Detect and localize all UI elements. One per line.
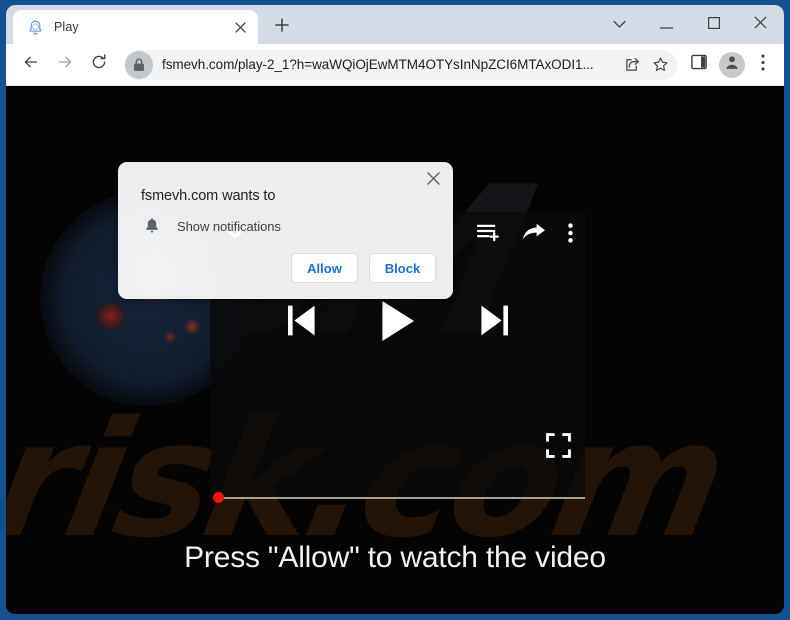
bell-icon (141, 218, 163, 234)
more-vertical-icon (761, 54, 765, 76)
browser-window: Play fsmevh.com/play-2_1?h=waWQiOjEwMTM4… (6, 5, 784, 614)
close-icon (426, 172, 440, 190)
lock-icon[interactable] (125, 50, 153, 79)
notification-permission-dialog: fsmevh.com wants to Show notifications A… (118, 162, 453, 299)
add-to-queue-button[interactable] (476, 223, 500, 247)
play-icon (381, 300, 415, 347)
close-icon[interactable] (230, 17, 250, 37)
permission-row: Show notifications (141, 218, 281, 234)
browser-menu-button[interactable] (748, 50, 778, 80)
close-icon (754, 15, 767, 34)
video-progress-bar[interactable] (210, 491, 585, 505)
close-window-button[interactable] (737, 5, 784, 44)
chevron-down-icon (613, 16, 626, 34)
progress-thumb[interactable] (213, 492, 224, 503)
reload-button[interactable] (84, 50, 114, 80)
progress-track (217, 497, 585, 499)
tab-strip: Play (6, 5, 784, 44)
reload-icon (90, 53, 108, 76)
avatar-icon (723, 53, 741, 76)
dialog-close-button[interactable] (421, 169, 445, 193)
new-tab-button[interactable] (268, 13, 296, 41)
background-dot-c (164, 331, 176, 343)
back-button[interactable] (16, 50, 46, 80)
share-icon[interactable] (619, 52, 645, 78)
forward-button[interactable] (50, 50, 80, 80)
playlist-add-icon (476, 223, 500, 247)
address-bar[interactable]: fsmevh.com/play-2_1?h=waWQiOjEwMTM4OTYsI… (124, 49, 677, 80)
arrow-right-icon (56, 53, 74, 76)
fullscreen-icon (545, 433, 571, 463)
dialog-actions: Allow Block (291, 253, 436, 283)
window-frame: Play fsmevh.com/play-2_1?h=waWQiOjEwMTM4… (0, 0, 790, 620)
minimize-icon (660, 16, 673, 34)
share-arrow-icon (522, 223, 546, 247)
bell-favicon-icon (27, 19, 44, 36)
more-vertical-icon (568, 222, 573, 248)
maximize-icon (707, 16, 720, 34)
window-controls (596, 5, 784, 44)
plus-icon (275, 17, 289, 37)
background-dot-a (96, 301, 126, 331)
profile-avatar[interactable] (719, 51, 745, 78)
skip-previous-icon (287, 305, 315, 341)
permission-label: Show notifications (177, 218, 281, 234)
dialog-title: fsmevh.com wants to (141, 188, 276, 204)
next-button[interactable] (480, 305, 508, 341)
tab-search-button[interactable] (596, 5, 643, 44)
more-options-button[interactable] (568, 222, 573, 248)
allow-button[interactable]: Allow (291, 253, 358, 283)
play-button[interactable] (381, 300, 415, 347)
side-panel-icon (691, 54, 707, 75)
side-panel-button[interactable] (684, 50, 714, 80)
skip-next-icon (480, 305, 508, 341)
minimize-button[interactable] (643, 5, 690, 44)
cta-text: Press "Allow" to watch the video (184, 541, 606, 574)
browser-tab[interactable]: Play (13, 10, 258, 44)
block-button[interactable]: Block (369, 253, 436, 283)
page-viewport: SM risk.com (6, 86, 784, 612)
url-text[interactable]: fsmevh.com/play-2_1?h=waWQiOjEwMTM4OTYsI… (162, 57, 617, 72)
bookmark-star-icon[interactable] (647, 52, 673, 78)
maximize-button[interactable] (690, 5, 737, 44)
previous-button[interactable] (287, 305, 315, 341)
browser-toolbar: fsmevh.com/play-2_1?h=waWQiOjEwMTM4OTYsI… (6, 44, 784, 86)
tab-title: Play (54, 20, 79, 34)
share-button[interactable] (522, 223, 546, 247)
fullscreen-button[interactable] (543, 433, 573, 463)
background-dot-b (184, 319, 200, 335)
arrow-left-icon (22, 53, 40, 76)
